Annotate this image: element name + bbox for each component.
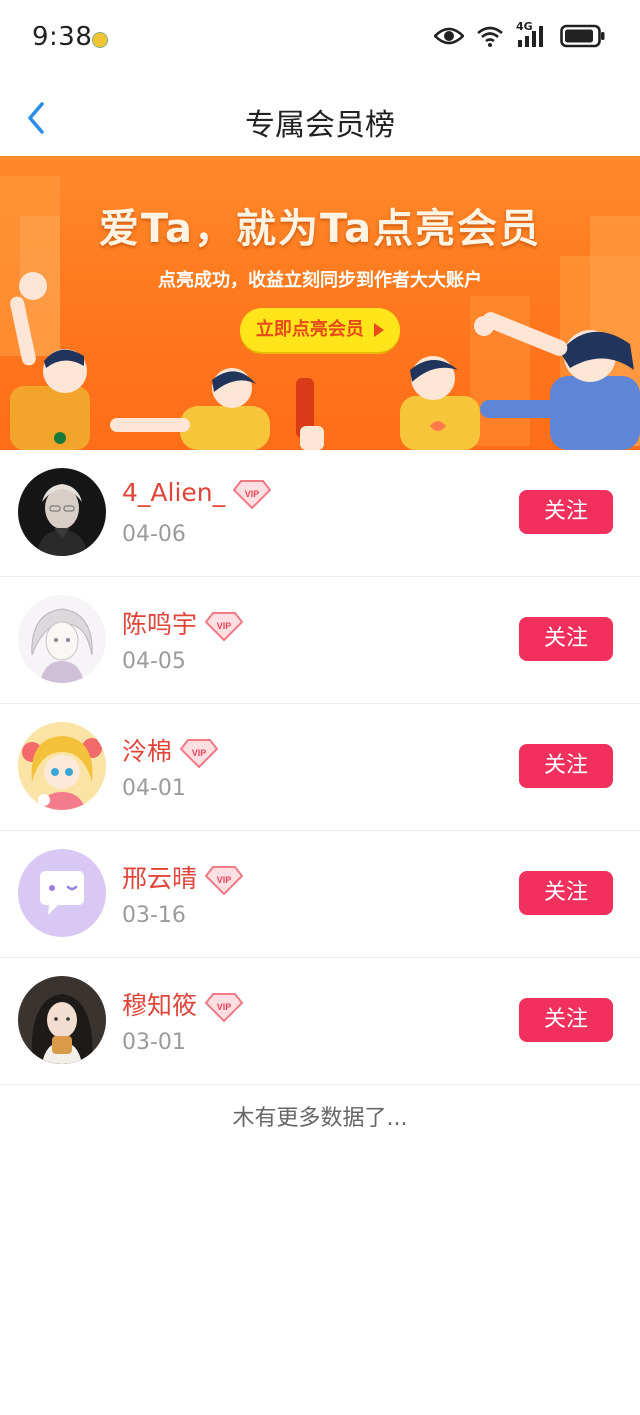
wifi-icon: [477, 26, 503, 47]
member-name: 陈鸣宇 VIP: [122, 605, 244, 641]
light-up-membership-button[interactable]: 立即点亮会员: [240, 308, 400, 352]
avatar[interactable]: [18, 849, 106, 937]
member-name: 穆知筱 VIP: [122, 986, 244, 1022]
list-item[interactable]: 泠棉 VIP 04-01 关注: [0, 704, 640, 831]
member-date: 04-05: [122, 649, 186, 674]
follow-button[interactable]: 关注: [519, 871, 613, 915]
vip-diamond-icon: VIP: [233, 480, 272, 509]
vip-badge-label: VIP: [245, 489, 260, 499]
vip-badge-label: VIP: [192, 748, 207, 758]
list-item[interactable]: 4_Alien_ VIP 04-06 关注: [0, 450, 640, 577]
play-triangle-icon: [374, 323, 385, 337]
eye-icon: [434, 27, 464, 45]
vip-badge-label: VIP: [217, 875, 232, 885]
member-date: 04-01: [122, 776, 186, 801]
member-name-text: 邢云晴: [122, 864, 198, 893]
member-list: 4_Alien_ VIP 04-06 关注 陈鸣宇 VIP 04-05 关注 泠…: [0, 450, 640, 1085]
member-name: 邢云晴 VIP: [122, 859, 244, 895]
list-item[interactable]: 陈鸣宇 VIP 04-05 关注: [0, 577, 640, 704]
vip-badge-label: VIP: [217, 621, 232, 631]
follow-button[interactable]: 关注: [519, 744, 613, 788]
member-date: 03-01: [122, 1030, 186, 1055]
status-time: 9:38: [32, 22, 93, 52]
list-item[interactable]: 邢云晴 VIP 03-16 关注: [0, 831, 640, 958]
banner-title: 爱Ta，就为Ta点亮会员: [98, 206, 542, 252]
page-title: 专属会员榜: [245, 108, 395, 143]
notification-icon: [92, 32, 108, 48]
signal-icon: 4G: [516, 20, 548, 48]
vip-diamond-icon: VIP: [205, 866, 244, 895]
avatar[interactable]: [18, 976, 106, 1064]
vip-diamond-icon: VIP: [205, 612, 244, 641]
banner-subtitle: 点亮成功，收益立刻同步到作者大大账户: [158, 270, 482, 291]
list-item[interactable]: 穆知筱 VIP 03-01 关注: [0, 958, 640, 1085]
avatar[interactable]: [18, 722, 106, 810]
vip-diamond-icon: VIP: [180, 739, 219, 768]
banner-button-label: 立即点亮会员: [255, 319, 364, 340]
battery-icon: [560, 24, 605, 48]
vip-diamond-icon: VIP: [205, 993, 244, 1022]
status-icons: 4G: [434, 20, 606, 48]
member-name-text: 泠棉: [122, 737, 173, 766]
member-name-text: 穆知筱: [122, 991, 198, 1020]
avatar[interactable]: [18, 595, 106, 683]
follow-button[interactable]: 关注: [519, 617, 613, 661]
avatar[interactable]: [18, 468, 106, 556]
member-name: 4_Alien_ VIP: [122, 478, 272, 509]
follow-button[interactable]: 关注: [519, 998, 613, 1042]
member-date: 03-16: [122, 903, 186, 928]
network-type: 4G: [516, 20, 533, 33]
promo-banner[interactable]: 爱Ta，就为Ta点亮会员 点亮成功，收益立刻同步到作者大大账户 立即点亮会员: [0, 156, 640, 450]
member-name: 泠棉 VIP: [122, 732, 219, 768]
nav-bar: 专属会员榜: [0, 80, 640, 156]
vip-badge-label: VIP: [217, 1002, 232, 1012]
no-more-data-text: 木有更多数据了...: [232, 1106, 408, 1131]
follow-button[interactable]: 关注: [519, 490, 613, 534]
status-bar: 9:38 4G: [0, 0, 640, 80]
member-name-text: 4_Alien_: [122, 478, 226, 507]
member-name-text: 陈鸣宇: [122, 610, 198, 639]
member-date: 04-06: [122, 522, 186, 547]
